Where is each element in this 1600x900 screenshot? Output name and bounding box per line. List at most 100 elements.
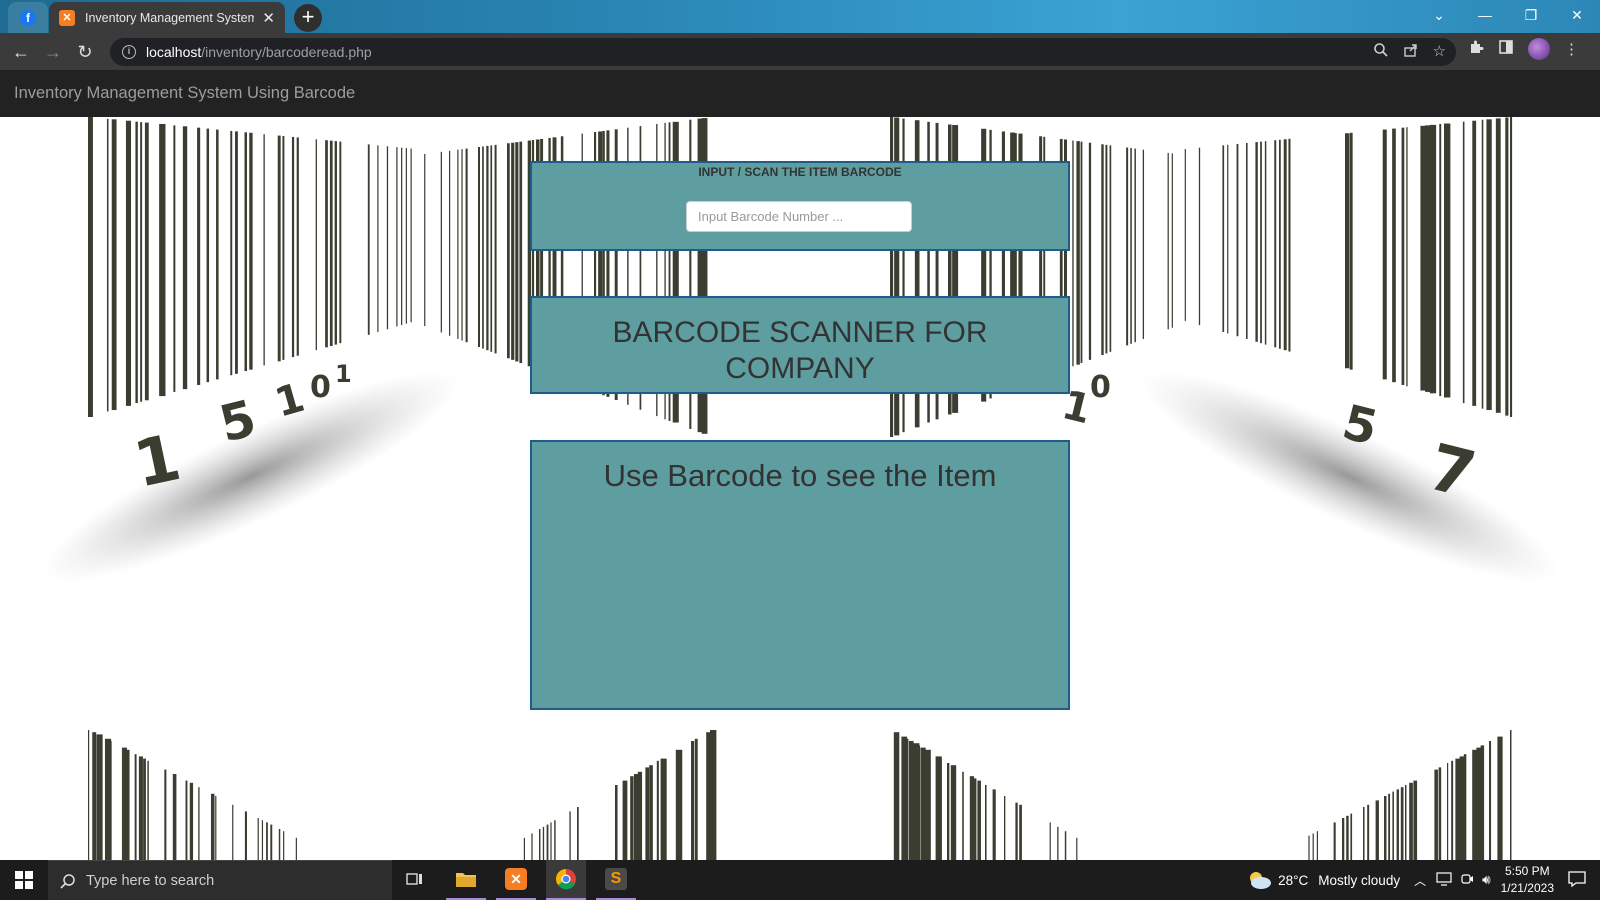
meet-now-icon[interactable]: [1460, 872, 1474, 889]
tray-chevron-icon[interactable]: ︿: [1414, 872, 1426, 889]
task-view-icon[interactable]: [395, 860, 435, 900]
barcode-input[interactable]: [686, 201, 912, 232]
tab-title: Inventory Management System U: [85, 10, 255, 25]
barcode-stripe: [1246, 143, 1248, 339]
barcode-stripe: [125, 120, 132, 406]
barcode-stripe: [249, 132, 253, 370]
brand-title[interactable]: Inventory Management System Using Barcod…: [14, 84, 355, 103]
side-panel-icon[interactable]: [1498, 39, 1514, 59]
barcode-stripe: [1476, 747, 1482, 860]
barcode-stripe: [1064, 831, 1067, 860]
zoom-icon[interactable]: [1373, 42, 1389, 62]
title-panel: BARCODE SCANNER FOR COMPANY: [530, 296, 1070, 394]
barcode-stripe: [523, 837, 525, 860]
barcode-stripe: [396, 147, 398, 327]
barcode-stripe: [198, 787, 200, 860]
barcode-stripe: [296, 137, 299, 356]
barcode-stripe: [1392, 791, 1394, 860]
barcode-stripe: [449, 150, 451, 336]
back-button[interactable]: ←: [8, 39, 34, 65]
barcode-stripe: [295, 837, 297, 860]
barcode-stripe: [1413, 780, 1418, 860]
clock-date: 1/21/2023: [1500, 881, 1554, 895]
barcode-stripe: [694, 738, 698, 860]
clock[interactable]: 5:50 PM 1/21/2023: [1501, 863, 1554, 897]
barcode-stripe: [656, 760, 659, 860]
barcode-stripe: [197, 127, 201, 385]
restore-button[interactable]: ❐: [1508, 0, 1554, 30]
barcode-stripe: [1489, 741, 1492, 860]
system-tray: 28°C Mostly cloudy ︿ 🔊︎ 5:50 PM 1/21/202…: [1246, 860, 1600, 900]
reload-button[interactable]: ↻: [72, 39, 98, 65]
barcode-stripe: [1375, 800, 1379, 860]
barcode-stripe: [266, 822, 268, 860]
barcode-stripe: [1142, 149, 1145, 339]
barcode-stripe: [144, 122, 149, 401]
barcode-stripe: [542, 826, 545, 860]
barcode-stripe: [88, 730, 90, 860]
xampp-taskbar-icon[interactable]: ✕: [496, 860, 536, 900]
extensions-icon[interactable]: [1468, 39, 1484, 59]
result-heading: Use Barcode to see the Item: [603, 458, 997, 493]
browser-tabstrip: f ✕ Inventory Management System U ✕ + ⌄ …: [0, 0, 1600, 33]
weather-description[interactable]: Mostly cloudy: [1318, 873, 1400, 888]
bookmark-star-icon[interactable]: ☆: [1433, 42, 1446, 62]
tab-close-icon[interactable]: ✕: [262, 9, 275, 27]
barcode-stripe: [706, 732, 714, 860]
barcode-stripe: [1350, 813, 1353, 860]
notifications-icon[interactable]: [1568, 870, 1586, 890]
share-icon[interactable]: [1403, 42, 1419, 62]
barcode-stripe: [1279, 139, 1281, 349]
sublime-text-icon[interactable]: S: [596, 860, 636, 900]
barcode-stripe: [969, 776, 975, 860]
windows-logo-icon: [15, 871, 33, 889]
barcode-stripe: [215, 796, 217, 860]
file-explorer-icon[interactable]: [446, 860, 486, 900]
barcode-stripe: [1184, 149, 1186, 321]
barcode-stripe: [106, 118, 109, 412]
weather-temp[interactable]: 28°C: [1278, 873, 1308, 888]
volume-icon[interactable]: 🔊︎: [1482, 872, 1491, 888]
barcode-stripe: [546, 824, 549, 860]
taskbar-search[interactable]: Type here to search: [48, 860, 392, 900]
barcode-stripe: [159, 123, 166, 397]
barcode-stripe: [649, 765, 653, 860]
barcode-stripe: [992, 789, 996, 860]
info-icon[interactable]: i: [122, 45, 136, 59]
barcode-stripe: [424, 153, 426, 327]
close-window-button[interactable]: ✕: [1554, 0, 1600, 30]
minimize-button[interactable]: —: [1462, 0, 1508, 30]
barcode-stripe: [261, 820, 264, 860]
barcode-stripe: [1429, 124, 1437, 394]
barcode-stripe: [905, 738, 909, 860]
barcode-stripe: [634, 774, 639, 860]
barcode-stripe: [405, 148, 407, 324]
tab-inventory[interactable]: ✕ Inventory Management System U ✕: [49, 2, 285, 33]
barcode-stripe: [1472, 120, 1477, 406]
chrome-taskbar-icon[interactable]: [546, 860, 586, 900]
svg-text:0: 0: [1090, 370, 1111, 405]
page-viewport: Inventory Management System Using Barcod…: [0, 70, 1600, 860]
barcode-stripe: [1255, 142, 1258, 342]
tab-search-icon[interactable]: ⌄: [1416, 0, 1462, 30]
menu-kebab-icon[interactable]: ⋮: [1564, 40, 1579, 58]
barcode-stripe: [1472, 749, 1478, 860]
address-bar[interactable]: i localhost/inventory/barcoderead.php ☆: [110, 38, 1456, 66]
profile-avatar[interactable]: [1528, 38, 1550, 60]
barcode-stripe: [675, 749, 683, 860]
barcode-stripe: [1392, 128, 1396, 383]
barcode-stripe: [339, 141, 342, 344]
clock-time: 5:50 PM: [1504, 864, 1550, 878]
barcode-stripe: [1109, 145, 1112, 352]
barcode-stripe: [486, 145, 489, 351]
start-button[interactable]: [0, 860, 48, 900]
barcode-stripe: [1126, 147, 1129, 346]
barcode-stripe: [1388, 793, 1391, 860]
network-icon[interactable]: [1436, 871, 1452, 889]
forward-button[interactable]: →: [40, 39, 66, 65]
barcode-stripe: [985, 785, 987, 860]
barcode-stripe: [111, 119, 117, 411]
barcode-stripe: [1481, 119, 1484, 409]
new-tab-button[interactable]: +: [294, 4, 322, 32]
tab-facebook[interactable]: f: [8, 2, 48, 33]
